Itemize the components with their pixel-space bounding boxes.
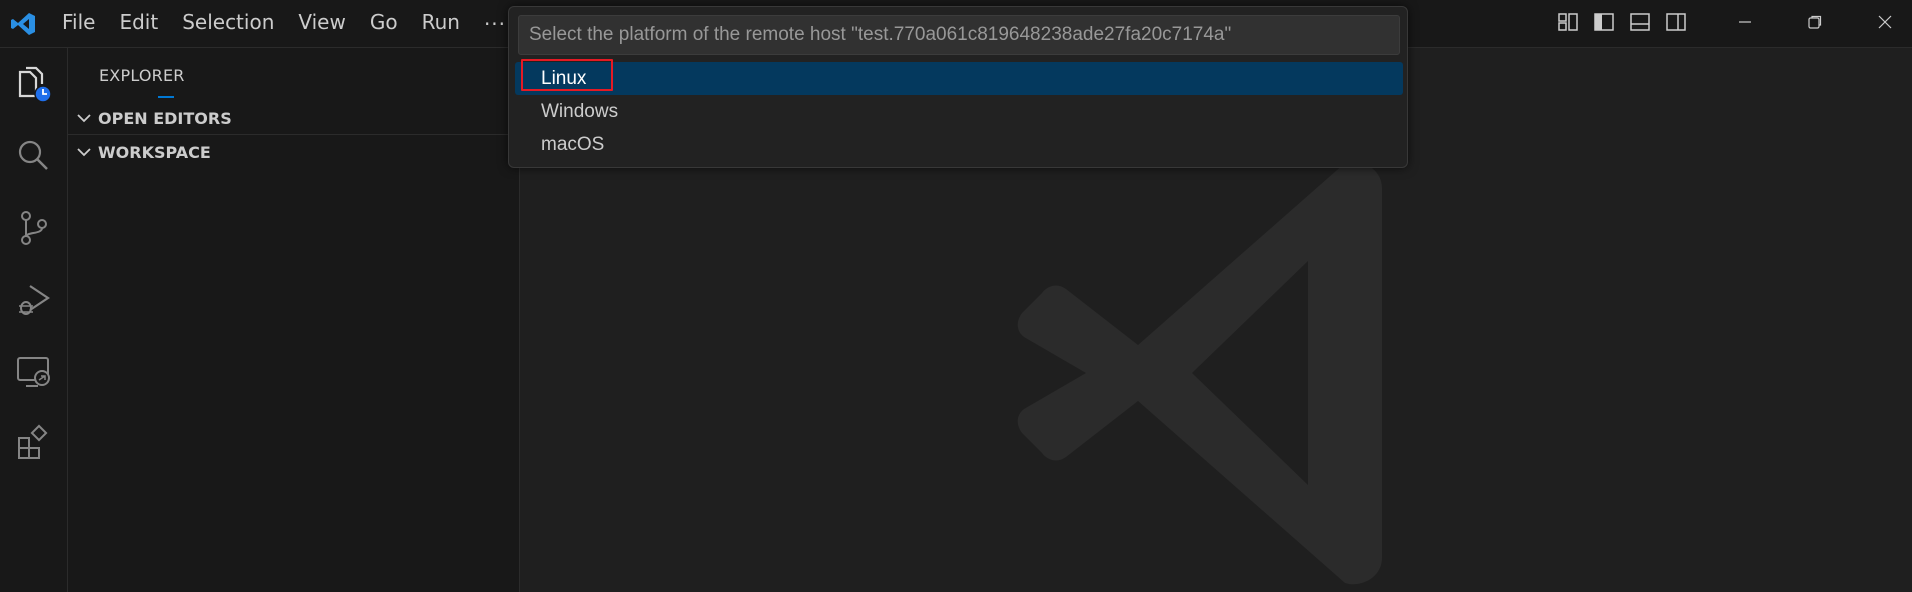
menu-edit[interactable]: Edit xyxy=(107,0,170,48)
quick-pick-item-macos[interactable]: macOS xyxy=(515,128,1403,161)
quick-pick-item-label: Windows xyxy=(541,101,619,122)
close-icon xyxy=(1878,15,1892,29)
chevron-down-icon xyxy=(77,114,91,123)
customize-layout-icon[interactable] xyxy=(1556,10,1580,34)
sidebar-title: EXPLORER xyxy=(99,66,185,85)
menu-view[interactable]: View xyxy=(286,0,357,48)
close-window-button[interactable] xyxy=(1850,0,1912,44)
menu-selection[interactable]: Selection xyxy=(170,0,286,48)
extensions-icon[interactable] xyxy=(14,424,54,464)
vscode-watermark-icon xyxy=(1017,161,1382,585)
layout-controls xyxy=(1556,10,1688,34)
quick-pick-list: Linux Windows macOS xyxy=(515,59,1403,161)
restore-button[interactable] xyxy=(1780,0,1850,44)
menu-run[interactable]: Run xyxy=(410,0,472,48)
restore-icon xyxy=(1808,15,1822,29)
remote-explorer-icon[interactable] xyxy=(14,352,54,392)
quick-pick-widget: Linux Windows macOS xyxy=(508,6,1408,168)
explorer-sidebar: EXPLORER OPEN EDITORS WORKSPACE xyxy=(68,48,520,592)
quick-pick-item-linux[interactable]: Linux xyxy=(515,59,1403,95)
search-icon[interactable] xyxy=(14,136,54,176)
menu-bar: File Edit Selection View Go Run ··· xyxy=(50,0,518,48)
section-workspace[interactable]: WORKSPACE xyxy=(68,136,520,168)
minimize-icon xyxy=(1739,21,1751,23)
highlight-box xyxy=(521,59,613,91)
divider xyxy=(68,134,520,135)
toggle-primary-sidebar-icon[interactable] xyxy=(1592,10,1616,34)
sidebar-title-underline xyxy=(158,96,174,98)
quick-pick-item-windows[interactable]: Windows xyxy=(515,95,1403,128)
quick-pick-input[interactable] xyxy=(518,15,1400,55)
toggle-panel-icon[interactable] xyxy=(1628,10,1652,34)
menu-file[interactable]: File xyxy=(50,0,107,48)
toggle-secondary-sidebar-icon[interactable] xyxy=(1664,10,1688,34)
section-open-editors[interactable]: OPEN EDITORS xyxy=(68,102,520,134)
run-debug-icon[interactable] xyxy=(14,280,54,320)
vscode-logo-icon xyxy=(11,13,35,35)
section-label: OPEN EDITORS xyxy=(98,108,232,128)
section-label: WORKSPACE xyxy=(98,142,211,162)
source-control-icon[interactable] xyxy=(14,208,54,248)
minimize-button[interactable] xyxy=(1710,0,1780,44)
quick-pick-item-label: macOS xyxy=(541,134,605,155)
menu-go[interactable]: Go xyxy=(358,0,410,48)
activity-bar xyxy=(0,48,68,592)
chevron-down-icon xyxy=(77,148,91,157)
explorer-icon[interactable] xyxy=(14,64,54,104)
